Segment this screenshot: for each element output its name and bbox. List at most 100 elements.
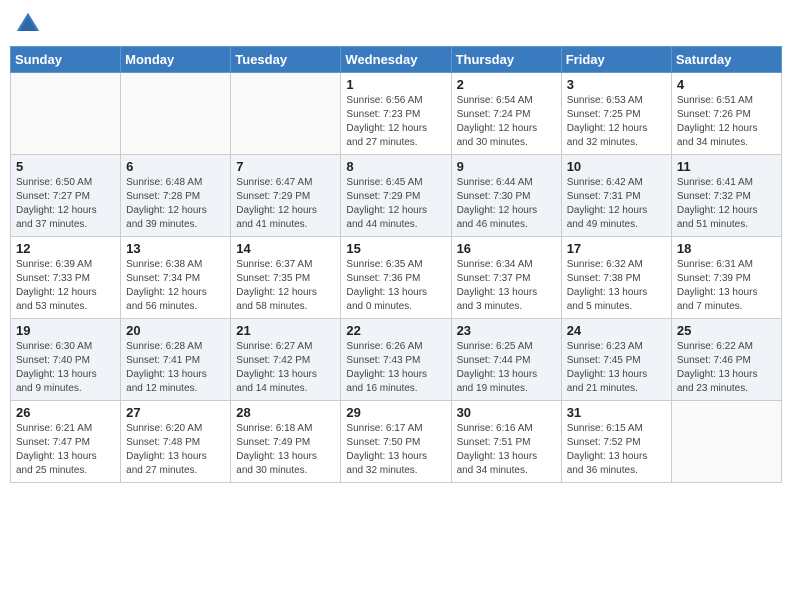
day-info: Sunrise: 6:45 AM Sunset: 7:29 PM Dayligh… [346,176,445,232]
weekday-header-tuesday: Tuesday [231,47,341,73]
calendar-cell: 29 Sunrise: 6:17 AM Sunset: 7:50 PM Dayli… [341,401,451,483]
day-number: 31 [567,405,666,420]
day-number: 19 [16,323,115,338]
calendar-cell: 5Sunrise: 6:50 AM Sunset: 7:27 PM Daylig… [11,155,121,237]
day-number: 11 [677,159,776,174]
day-info: Sunrise: 6:25 AM Sunset: 7:44 PM Dayligh… [457,340,556,396]
day-number: 8 [346,159,445,174]
calendar-cell: 11 Sunrise: 6:41 AM Sunset: 7:32 PM Dayli… [671,155,781,237]
day-number: 20 [126,323,225,338]
day-number: 28 [236,405,335,420]
day-number: 21 [236,323,335,338]
day-number: 2 [457,77,556,92]
day-info: Sunrise: 6:17 AM Sunset: 7:50 PM Dayligh… [346,422,445,478]
day-info: Sunrise: 6:21 AM Sunset: 7:47 PM Dayligh… [16,422,115,478]
day-info: Sunrise: 6:37 AM Sunset: 7:35 PM Dayligh… [236,258,335,314]
calendar-cell: 10Sunrise: 6:42 AM Sunset: 7:31 PM Dayli… [561,155,671,237]
calendar-cell: 30 Sunrise: 6:16 AM Sunset: 7:51 PM Dayli… [451,401,561,483]
calendar-cell: 24Sunrise: 6:23 AM Sunset: 7:45 PM Dayli… [561,319,671,401]
calendar-cell: 17 Sunrise: 6:32 AM Sunset: 7:38 PM Dayli… [561,237,671,319]
calendar-cell: 16Sunrise: 6:34 AM Sunset: 7:37 PM Dayli… [451,237,561,319]
day-number: 9 [457,159,556,174]
day-number: 18 [677,241,776,256]
calendar-cell: 20 Sunrise: 6:28 AM Sunset: 7:41 PM Dayli… [121,319,231,401]
day-info: Sunrise: 6:20 AM Sunset: 7:48 PM Dayligh… [126,422,225,478]
day-number: 15 [346,241,445,256]
day-number: 17 [567,241,666,256]
calendar-cell [231,73,341,155]
weekday-header-monday: Monday [121,47,231,73]
day-info: Sunrise: 6:15 AM Sunset: 7:52 PM Dayligh… [567,422,666,478]
calendar-cell: 7Sunrise: 6:47 AM Sunset: 7:29 PM Daylig… [231,155,341,237]
day-info: Sunrise: 6:44 AM Sunset: 7:30 PM Dayligh… [457,176,556,232]
day-number: 14 [236,241,335,256]
calendar-cell: 12 Sunrise: 6:39 AM Sunset: 7:33 PM Dayli… [11,237,121,319]
day-number: 26 [16,405,115,420]
day-info: Sunrise: 6:51 AM Sunset: 7:26 PM Dayligh… [677,94,776,150]
calendar-week-row: 12 Sunrise: 6:39 AM Sunset: 7:33 PM Dayli… [11,237,782,319]
calendar-cell: 26 Sunrise: 6:21 AM Sunset: 7:47 PM Dayli… [11,401,121,483]
calendar-cell: 13Sunrise: 6:38 AM Sunset: 7:34 PM Dayli… [121,237,231,319]
calendar-cell: 19 Sunrise: 6:30 AM Sunset: 7:40 PM Dayli… [11,319,121,401]
calendar-week-row: 19 Sunrise: 6:30 AM Sunset: 7:40 PM Dayli… [11,319,782,401]
day-info: Sunrise: 6:35 AM Sunset: 7:36 PM Dayligh… [346,258,445,314]
day-info: Sunrise: 6:26 AM Sunset: 7:43 PM Dayligh… [346,340,445,396]
logo [14,10,46,38]
day-info: Sunrise: 6:22 AM Sunset: 7:46 PM Dayligh… [677,340,776,396]
day-info: Sunrise: 6:41 AM Sunset: 7:32 PM Dayligh… [677,176,776,232]
calendar-week-row: 1 Sunrise: 6:56 AM Sunset: 7:23 PM Daylig… [11,73,782,155]
day-info: Sunrise: 6:16 AM Sunset: 7:51 PM Dayligh… [457,422,556,478]
calendar-cell: 8 Sunrise: 6:45 AM Sunset: 7:29 PM Daylig… [341,155,451,237]
day-info: Sunrise: 6:39 AM Sunset: 7:33 PM Dayligh… [16,258,115,314]
calendar-cell: 28Sunrise: 6:18 AM Sunset: 7:49 PM Dayli… [231,401,341,483]
calendar-cell: 23 Sunrise: 6:25 AM Sunset: 7:44 PM Dayli… [451,319,561,401]
page-header [10,10,782,38]
day-number: 12 [16,241,115,256]
day-number: 24 [567,323,666,338]
calendar-cell: 22Sunrise: 6:26 AM Sunset: 7:43 PM Dayli… [341,319,451,401]
day-number: 29 [346,405,445,420]
day-info: Sunrise: 6:54 AM Sunset: 7:24 PM Dayligh… [457,94,556,150]
day-number: 1 [346,77,445,92]
calendar-cell [11,73,121,155]
day-number: 3 [567,77,666,92]
calendar-cell: 27Sunrise: 6:20 AM Sunset: 7:48 PM Dayli… [121,401,231,483]
calendar-cell [121,73,231,155]
calendar-cell: 3 Sunrise: 6:53 AM Sunset: 7:25 PM Daylig… [561,73,671,155]
day-info: Sunrise: 6:34 AM Sunset: 7:37 PM Dayligh… [457,258,556,314]
calendar-week-row: 5Sunrise: 6:50 AM Sunset: 7:27 PM Daylig… [11,155,782,237]
calendar-cell: 21 Sunrise: 6:27 AM Sunset: 7:42 PM Dayli… [231,319,341,401]
calendar-cell: 25 Sunrise: 6:22 AM Sunset: 7:46 PM Dayli… [671,319,781,401]
calendar-cell [671,401,781,483]
day-number: 5 [16,159,115,174]
calendar-cell: 14 Sunrise: 6:37 AM Sunset: 7:35 PM Dayli… [231,237,341,319]
calendar-cell: 9 Sunrise: 6:44 AM Sunset: 7:30 PM Daylig… [451,155,561,237]
calendar-header-row: SundayMondayTuesdayWednesdayThursdayFrid… [11,47,782,73]
day-info: Sunrise: 6:56 AM Sunset: 7:23 PM Dayligh… [346,94,445,150]
calendar-cell: 2 Sunrise: 6:54 AM Sunset: 7:24 PM Daylig… [451,73,561,155]
day-info: Sunrise: 6:32 AM Sunset: 7:38 PM Dayligh… [567,258,666,314]
calendar-cell: 4Sunrise: 6:51 AM Sunset: 7:26 PM Daylig… [671,73,781,155]
logo-icon [14,10,42,38]
day-info: Sunrise: 6:47 AM Sunset: 7:29 PM Dayligh… [236,176,335,232]
calendar-cell: 18 Sunrise: 6:31 AM Sunset: 7:39 PM Dayli… [671,237,781,319]
day-info: Sunrise: 6:31 AM Sunset: 7:39 PM Dayligh… [677,258,776,314]
weekday-header-sunday: Sunday [11,47,121,73]
day-info: Sunrise: 6:30 AM Sunset: 7:40 PM Dayligh… [16,340,115,396]
day-info: Sunrise: 6:48 AM Sunset: 7:28 PM Dayligh… [126,176,225,232]
day-number: 13 [126,241,225,256]
day-number: 23 [457,323,556,338]
calendar-cell: 15 Sunrise: 6:35 AM Sunset: 7:36 PM Dayli… [341,237,451,319]
weekday-header-thursday: Thursday [451,47,561,73]
weekday-header-saturday: Saturday [671,47,781,73]
day-number: 10 [567,159,666,174]
day-info: Sunrise: 6:53 AM Sunset: 7:25 PM Dayligh… [567,94,666,150]
day-number: 25 [677,323,776,338]
day-number: 6 [126,159,225,174]
day-info: Sunrise: 6:27 AM Sunset: 7:42 PM Dayligh… [236,340,335,396]
weekday-header-wednesday: Wednesday [341,47,451,73]
day-info: Sunrise: 6:28 AM Sunset: 7:41 PM Dayligh… [126,340,225,396]
calendar-table: SundayMondayTuesdayWednesdayThursdayFrid… [10,46,782,483]
calendar-cell: 1 Sunrise: 6:56 AM Sunset: 7:23 PM Daylig… [341,73,451,155]
day-number: 30 [457,405,556,420]
